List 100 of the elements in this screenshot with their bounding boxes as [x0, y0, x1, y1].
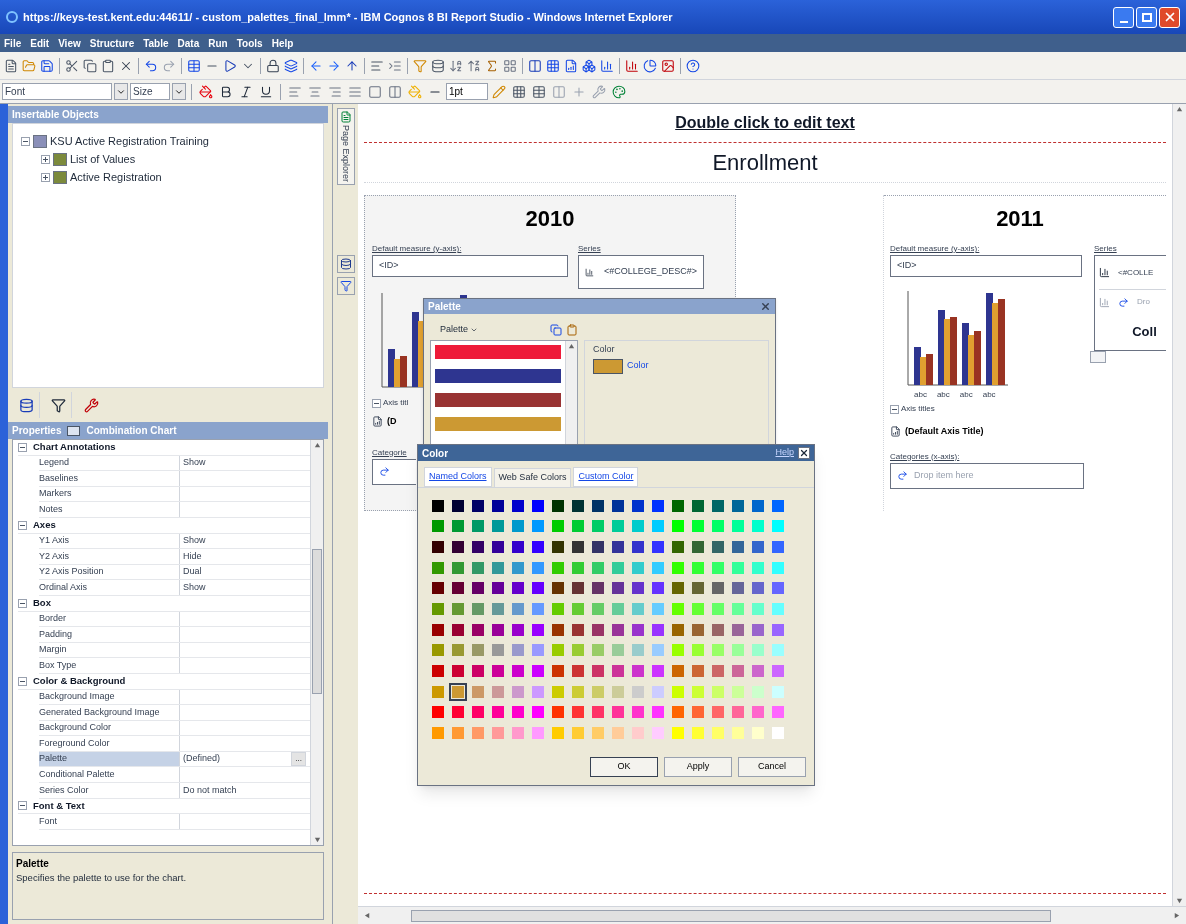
- property-name: Notes: [39, 502, 180, 517]
- menu-item[interactable]: Structure: [89, 35, 135, 51]
- menu-item[interactable]: Tools: [236, 35, 263, 51]
- property-row[interactable]: Box Type: [39, 658, 310, 674]
- category-label: abc: [959, 389, 973, 401]
- help-link[interactable]: Help: [775, 446, 794, 460]
- property-name: Padding: [39, 627, 180, 642]
- menu-item[interactable]: Run: [208, 35, 228, 51]
- tab[interactable]: Custom Color: [573, 467, 639, 487]
- chart-container[interactable]: 2011 Default measure (y-axis): <ID> Series <#COLLE Dro Coll abc abc abc abc Axis titles (Default Axis Title) Categories (x-axis): Drop item here: [884, 195, 1166, 511]
- property-name: Markers: [39, 486, 180, 502]
- dialog-title: Palette: [428, 300, 461, 314]
- property-value: Show: [183, 580, 206, 594]
- size-field[interactable]: Size: [130, 83, 170, 100]
- axis-titles-label: Axis titl: [383, 397, 409, 409]
- property-value: (Defined): [183, 752, 220, 766]
- menu-item[interactable]: Help: [271, 35, 294, 51]
- property-row[interactable]: Y2 Axis Hide: [39, 549, 310, 565]
- property-value: Dual: [183, 565, 202, 579]
- property-name: Series Color: [39, 783, 180, 798]
- property-group[interactable]: Font & Text: [33, 798, 85, 814]
- group-label: Color: [593, 343, 616, 356]
- property-row[interactable]: Notes: [39, 502, 310, 518]
- panel-title: Properties: [12, 424, 62, 438]
- property-row[interactable]: Ordinal Axis Show: [39, 580, 310, 596]
- tab[interactable]: Web Safe Colors: [493, 468, 572, 487]
- measure-drop-zone[interactable]: <ID>: [372, 255, 568, 277]
- drop-zone-label: Default measure (y-axis):: [890, 243, 981, 255]
- menu-item[interactable]: Edit: [30, 35, 50, 51]
- ellipsis-button[interactable]: ...: [291, 752, 306, 767]
- property-name: Font: [39, 814, 180, 829]
- series-item: <#COLLE: [1118, 266, 1154, 279]
- measure-drop-zone[interactable]: <ID>: [890, 255, 1082, 277]
- chart-year: 2011: [995, 205, 1045, 233]
- category-label: abc: [936, 389, 950, 401]
- page-header-text[interactable]: Double click to edit text: [675, 111, 855, 135]
- property-group[interactable]: Box: [33, 596, 51, 611]
- tree-item[interactable]: KSU Active Registration Training: [50, 132, 209, 150]
- axis-title[interactable]: (Default Axis Title): [905, 425, 984, 439]
- property-name: Y2 Axis Position: [39, 564, 180, 580]
- property-group[interactable]: Axes: [33, 518, 56, 533]
- axis-titles-label: Axis titles: [901, 403, 935, 415]
- property-value: Show: [183, 456, 206, 470]
- palette-menu[interactable]: Palette: [440, 323, 479, 337]
- line-width-select[interactable]: 1pt: [446, 83, 488, 100]
- window-title: https://keys-test.kent.edu:44611/ - custom_palettes_final_lmm* - IBM Cognos 8 BI Report Studio - Windows Internet Explorer: [23, 9, 673, 25]
- tree-item[interactable]: Active Registration: [70, 168, 162, 186]
- drop-zone-label: Categorie: [372, 446, 407, 459]
- font-field[interactable]: Font: [2, 83, 112, 100]
- description-title: Palette: [16, 857, 50, 871]
- property-name: Conditional Palette: [39, 767, 180, 783]
- axis-title[interactable]: (D: [387, 415, 397, 429]
- menu-item[interactable]: Table: [143, 35, 169, 51]
- property-name: Background Color: [39, 720, 180, 736]
- property-row[interactable]: Padding: [39, 627, 310, 643]
- property-row[interactable]: Conditional Palette: [39, 767, 310, 784]
- dialog-button[interactable]: Cancel: [738, 757, 806, 777]
- series-drop-zone[interactable]: <#COLLEGE_DESC#>: [578, 255, 704, 289]
- property-value: Show: [183, 534, 206, 548]
- property-name: Generated Background Image: [39, 705, 180, 720]
- chart-year: 2010: [524, 205, 576, 233]
- property-name: Y2 Axis: [39, 549, 180, 564]
- dialog-title: Color: [422, 446, 449, 461]
- dialog-button[interactable]: Apply: [664, 757, 732, 777]
- property-name: Ordinal Axis: [39, 580, 180, 595]
- description-text: Specifies the palette to use for the chart.: [16, 871, 188, 885]
- report-title[interactable]: Enrollment: [712, 146, 818, 179]
- selected-object: Combination Chart: [86, 424, 177, 438]
- series-title[interactable]: Coll: [1099, 322, 1166, 342]
- property-row[interactable]: Generated Background Image: [39, 705, 310, 721]
- menu-item[interactable]: View: [58, 35, 81, 51]
- drop-zone-label: Series: [1094, 243, 1118, 255]
- property-row[interactable]: Foreground Color: [39, 736, 310, 752]
- category-label: abc: [982, 389, 996, 401]
- property-value: Hide: [183, 549, 202, 563]
- property-name: Foreground Color: [39, 736, 180, 751]
- series-drop-zone[interactable]: <#COLLE Dro Coll: [1094, 255, 1166, 351]
- property-name: Legend: [39, 455, 180, 471]
- drop-zone-label: Default measure (y-axis):: [372, 243, 463, 255]
- drop-zone-label: Categories (x-axis):: [890, 450, 961, 463]
- property-row[interactable]: Font: [39, 814, 310, 830]
- property-row[interactable]: Series Color Do not match: [39, 783, 310, 799]
- drop-zone-label: Series: [578, 243, 602, 255]
- menu-item[interactable]: Data: [177, 35, 200, 51]
- tab[interactable]: Named Colors: [424, 467, 492, 487]
- property-name: Baselines: [39, 471, 180, 486]
- dialog-button[interactable]: OK: [590, 757, 658, 777]
- color-link[interactable]: Color: [627, 359, 649, 373]
- property-group[interactable]: Color & Background: [33, 674, 126, 689]
- property-name: Background Image: [39, 689, 180, 705]
- property-name: Y1 Axis: [39, 533, 180, 549]
- page-explorer-tab[interactable]: Page Explorer: [336, 108, 355, 186]
- menu-item[interactable]: File: [4, 35, 22, 51]
- property-name: Box Type: [39, 658, 180, 673]
- property-group[interactable]: Chart Annotations: [33, 440, 116, 455]
- panel-title: Insertable Objects: [12, 108, 99, 122]
- drop-hint: Dro: [1137, 296, 1150, 308]
- property-row[interactable]: Baselines: [39, 471, 310, 487]
- tree-item[interactable]: List of Values: [70, 150, 136, 168]
- property-name: Margin: [39, 642, 180, 658]
